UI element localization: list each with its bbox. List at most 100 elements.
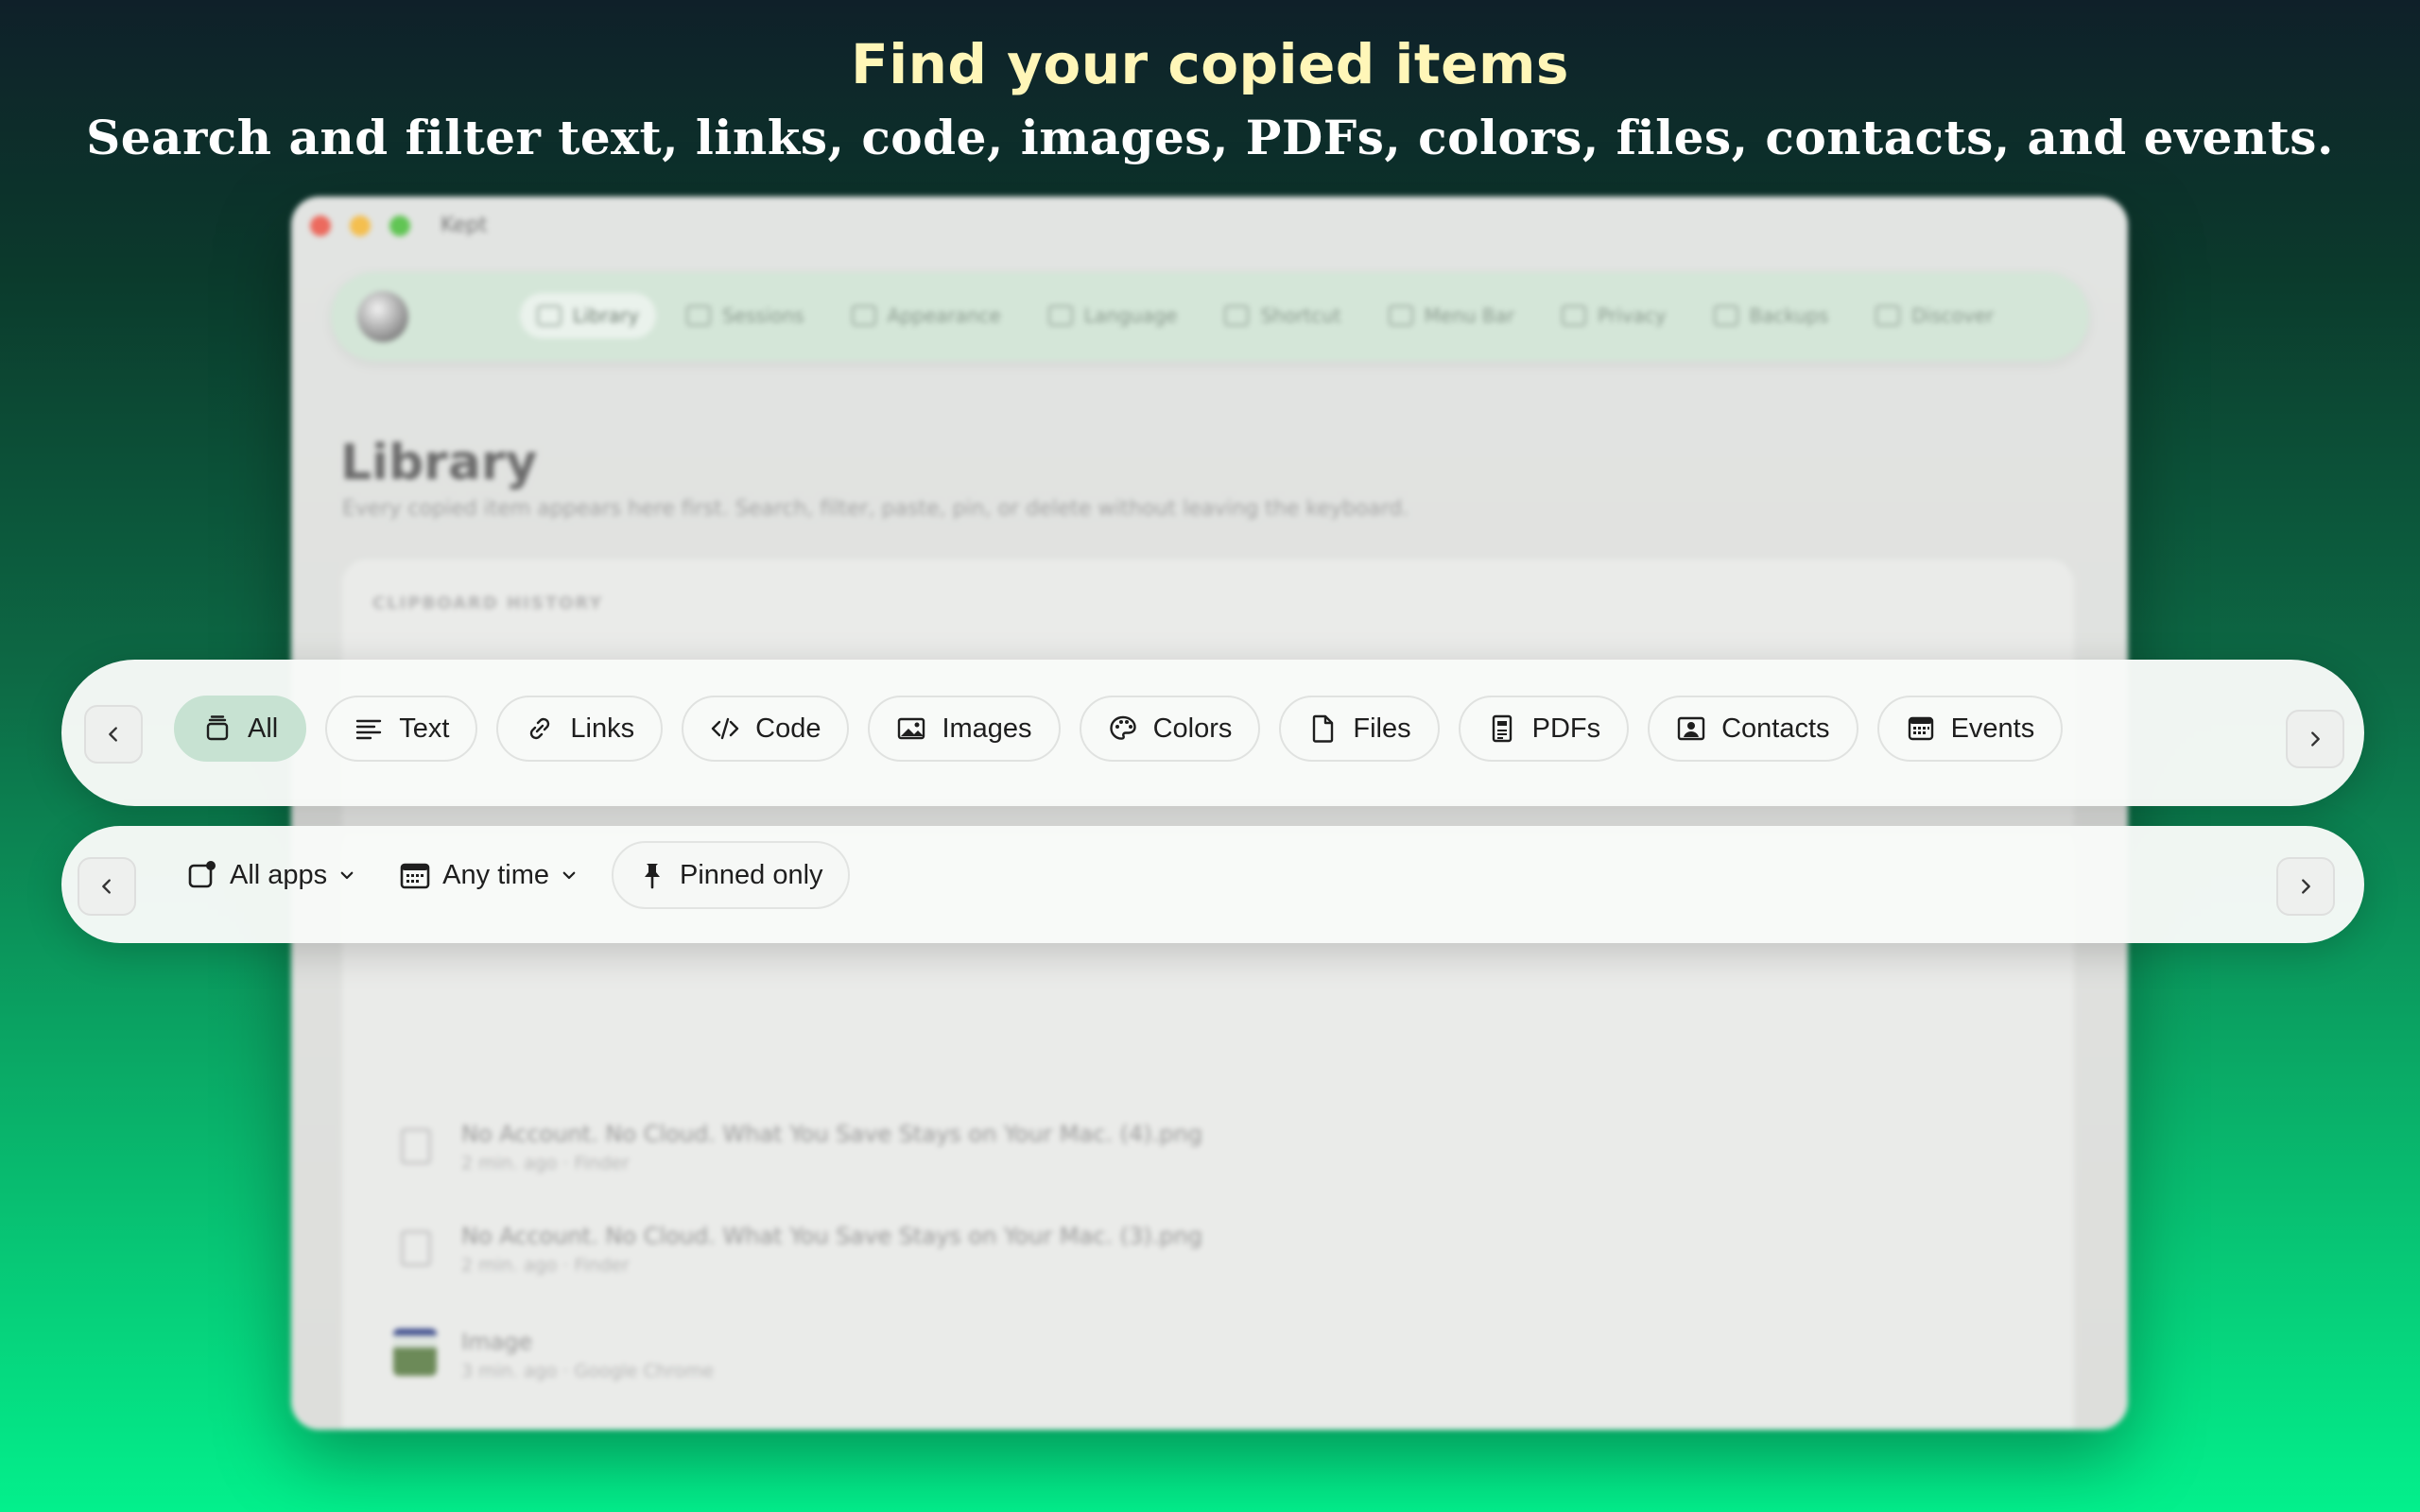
item-meta: 2 min. ago · Finder [461,1153,630,1174]
page-description: Every copied item appears here first. Se… [342,497,1409,521]
photo-icon [898,717,925,740]
filter-pdfs[interactable]: PDFs [1458,696,1630,762]
filter-colors[interactable]: Colors [1079,696,1261,762]
time-dropdown[interactable]: Any time [389,841,587,909]
sessions-icon [685,305,711,326]
filter-label: Links [570,713,635,744]
zoom-window-button[interactable] [389,215,410,236]
pinned-only-label: Pinned only [680,859,823,890]
document-icon [1313,714,1334,743]
palette-icon [1109,715,1136,740]
filter-label: Colors [1152,713,1233,744]
nav-label: Privacy [1598,304,1667,327]
nav-shortcut[interactable]: Shortcut [1207,293,1357,338]
list-item[interactable]: No Account. No Cloud. What You Save Stay… [393,1223,1528,1289]
chevron-left-icon [102,879,111,894]
nav-appearance[interactable]: Appearance [835,293,1018,338]
headline: Find your copied items [851,32,1569,96]
scroll-left-button[interactable] [84,705,143,764]
library-icon [537,305,562,326]
section-label: CLIPBOARD HISTORY [372,593,604,613]
filter-events[interactable]: Events [1876,696,2064,762]
pdf-icon [1492,714,1512,743]
settings-navbar: Library Sessions Appearance Language Sho… [331,272,2089,361]
menu-bar-icon [1388,305,1413,326]
filter-label: All [248,713,279,744]
nav-backups[interactable]: Backups [1697,293,1846,338]
item-meta: 2 min. ago · Finder [461,1255,630,1276]
contact-card-icon [1677,716,1705,741]
list-item[interactable]: No Account. No Cloud. What You Save Stay… [393,1121,1528,1187]
filter-all[interactable]: All [174,696,307,762]
filter-text[interactable]: Text [325,696,478,762]
image-thumbnail [393,1329,437,1376]
nav-library[interactable]: Library [520,293,656,338]
filter-code[interactable]: Code [682,696,850,762]
filter-label: PDFs [1531,713,1601,744]
language-icon [1047,305,1073,326]
pin-icon [645,864,660,889]
filter-label: Text [399,713,450,744]
apps-dropdown[interactable]: All apps [177,841,365,909]
item-meta: 3 min. ago · Google Chrome [461,1361,715,1382]
item-title: No Account. No Cloud. What You Save Stay… [461,1121,1202,1147]
apps-dropdown-label: All apps [230,859,328,890]
filter-label: Events [1950,713,2035,744]
page-title: Library [340,435,538,491]
pinned-only-toggle[interactable]: Pinned only [612,841,850,909]
nav-discover[interactable]: Discover [1858,293,2011,338]
text-lines-icon [356,719,382,740]
type-filter-bar: All Text Links Code Images Colors Files [61,660,2364,806]
link-icon [530,717,550,740]
file-icon [401,1230,431,1266]
item-title: Image [461,1329,533,1355]
command-icon [1224,305,1250,326]
filter-images[interactable]: Images [868,696,1061,762]
app-badge-icon [188,861,216,888]
filter-files[interactable]: Files [1279,696,1440,762]
app-logo-icon [357,291,408,342]
filter-label: Contacts [1721,713,1830,744]
list-item[interactable]: Image 3 min. ago · Google Chrome [393,1329,1528,1395]
window-title: Kept [441,214,488,237]
nav-label: Library [573,304,639,327]
nav-label: Appearance [887,304,1001,327]
nav-label: Shortcut [1260,304,1341,327]
calendar-icon [400,863,430,889]
backups-icon [1713,305,1738,326]
chevron-right-icon [2311,731,2320,747]
chevron-right-icon [2302,879,2310,894]
subheadline: Search and filter text, links, code, ima… [86,110,2334,165]
chevron-down-icon [562,871,576,880]
filter-label: Images [942,713,1032,744]
chevron-left-icon [109,727,117,742]
filter-contacts[interactable]: Contacts [1648,696,1858,762]
filter-label: Files [1353,713,1411,744]
stack-icon [206,715,229,741]
scroll-left-button[interactable] [78,857,136,916]
discover-icon [1876,305,1901,326]
chevron-down-icon [340,871,354,880]
time-dropdown-label: Any time [442,859,549,890]
nav-language[interactable]: Language [1031,293,1195,338]
scroll-right-button[interactable] [2286,710,2344,768]
minimize-window-button[interactable] [350,215,371,236]
filter-links[interactable]: Links [496,696,664,762]
nav-privacy[interactable]: Privacy [1545,293,1683,338]
appearance-icon [851,305,876,326]
privacy-icon [1562,305,1587,326]
app-window: Kept Library Sessions Appearance Languag… [291,197,2128,1430]
close-window-button[interactable] [310,215,331,236]
calendar-icon [1908,716,1933,741]
filter-label: Code [755,713,821,744]
secondary-filter-bar: All apps Any time Pinned only [61,826,2364,943]
nav-label: Language [1083,304,1178,327]
nav-label: Discover [1911,304,1995,327]
nav-menu-bar[interactable]: Menu Bar [1372,293,1531,338]
scroll-right-button[interactable] [2276,857,2335,916]
nav-label: Backups [1749,304,1829,327]
nav-sessions[interactable]: Sessions [669,293,821,338]
nav-label: Sessions [721,304,804,327]
file-icon [401,1128,431,1164]
item-title: No Account. No Cloud. What You Save Stay… [461,1223,1202,1249]
